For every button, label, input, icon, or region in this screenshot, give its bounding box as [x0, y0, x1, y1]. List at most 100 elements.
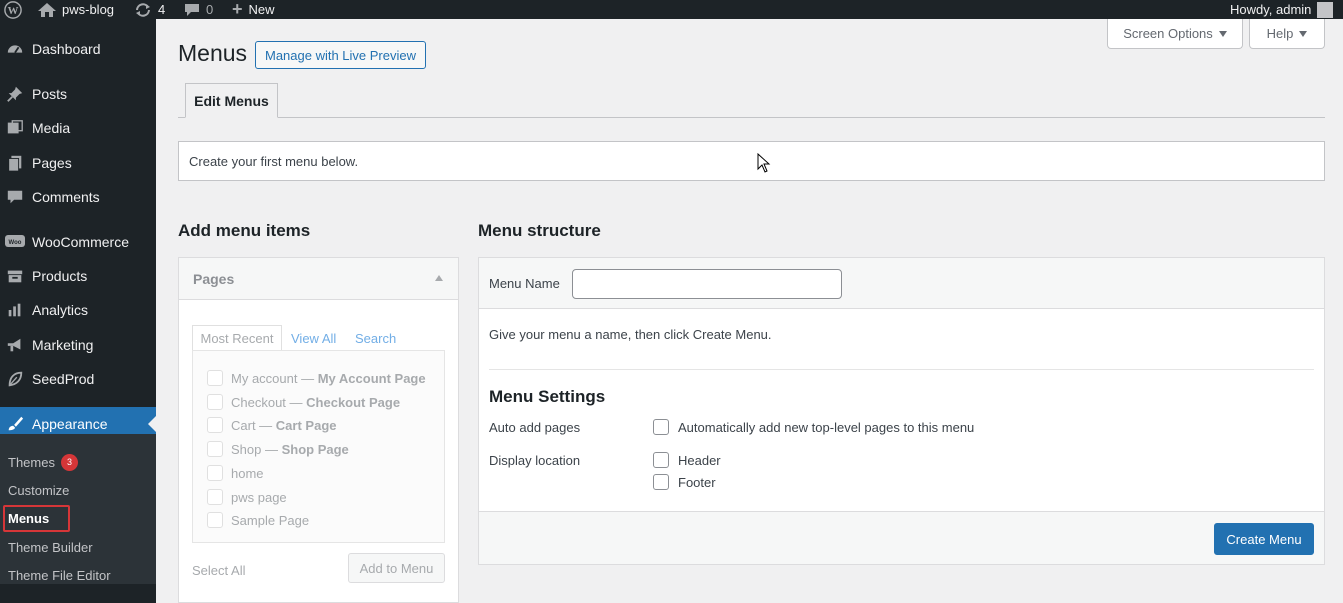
auto-add-option[interactable]: Automatically add new top-level pages to…: [653, 419, 974, 435]
sidebar-item-label: Products: [32, 268, 88, 284]
create-menu-button[interactable]: Create Menu: [1214, 523, 1314, 555]
sidebar-item-media[interactable]: Media: [0, 111, 156, 145]
select-all-link[interactable]: Select All: [192, 563, 245, 578]
location-footer-option[interactable]: Footer: [653, 474, 716, 490]
pages-icon: [5, 153, 25, 173]
site-name: pws-blog: [62, 2, 115, 17]
leaf-icon: [5, 369, 25, 389]
brush-icon: [5, 414, 25, 434]
page-checkbox[interactable]: [207, 394, 223, 410]
help-label: Help: [1266, 26, 1294, 41]
submenu-item-customize[interactable]: Customize: [8, 483, 69, 498]
add-menu-items-heading: Add menu items: [178, 221, 311, 240]
site-name-link[interactable]: pws-blog: [38, 0, 114, 19]
comments-count: 0: [206, 2, 214, 17]
page-checkbox[interactable]: [207, 370, 223, 386]
add-to-menu-button[interactable]: Add to Menu: [348, 553, 445, 583]
screen-options-label: Screen Options: [1123, 26, 1213, 41]
page-label: Sample Page: [231, 512, 310, 528]
location-header-text: Header: [678, 452, 721, 468]
plus-icon: +: [232, 0, 243, 19]
location-header-option[interactable]: Header: [653, 452, 721, 468]
media-icon: [5, 118, 25, 138]
sidebar-item-label: Marketing: [32, 337, 94, 353]
footer-location-checkbox[interactable]: [653, 474, 669, 490]
comment-icon: [5, 187, 25, 207]
home-icon: [38, 2, 56, 17]
account-link[interactable]: Howdy, admin: [1230, 0, 1334, 19]
page-checkbox[interactable]: [207, 441, 223, 457]
new-label: New: [248, 2, 275, 17]
page-checkbox[interactable]: [207, 465, 223, 481]
section-divider: [489, 369, 1314, 370]
collapse-arrow-icon[interactable]: [435, 275, 443, 281]
sidebar-item-products[interactable]: Products: [0, 259, 156, 293]
svg-text:W: W: [8, 5, 19, 17]
submenu-item-themes[interactable]: Themes 3: [8, 454, 78, 471]
auto-add-text: Automatically add new top-level pages to…: [678, 419, 975, 435]
page-label: Shop — Shop Page: [231, 441, 349, 457]
list-item[interactable]: Cart — Cart Page: [207, 417, 337, 433]
admin-bar: W pws-blog 4 0 + New Howdy, admin: [0, 0, 1343, 19]
page-checkbox[interactable]: [207, 512, 223, 528]
screen-options-button[interactable]: Screen Options: [1107, 19, 1243, 49]
tab-divider: [178, 117, 1325, 118]
archive-icon: [5, 266, 25, 286]
auto-add-checkbox[interactable]: [653, 419, 669, 435]
menus-highlight-box: [3, 505, 70, 532]
avatar: [1317, 1, 1334, 18]
pin-icon: [5, 84, 25, 104]
list-item[interactable]: pws page: [207, 489, 287, 505]
auto-add-label: Auto add pages: [489, 420, 581, 435]
comment-bubble-icon: [184, 3, 200, 17]
sidebar-item-marketing[interactable]: Marketing: [0, 328, 156, 362]
page-checkbox[interactable]: [207, 417, 223, 433]
sidebar-item-posts[interactable]: Posts: [0, 77, 156, 111]
update-badge: 3: [60, 454, 78, 471]
list-item[interactable]: My account — My Account Page: [207, 370, 426, 386]
menu-structure-heading: Menu structure: [478, 221, 601, 240]
submenu-item-label: Theme Builder: [8, 540, 93, 555]
submenu-item-label: Theme File Editor: [8, 568, 111, 583]
pages-panel-header[interactable]: Pages: [179, 258, 458, 300]
live-preview-button[interactable]: Manage with Live Preview: [255, 41, 426, 69]
sidebar-item-pages[interactable]: Pages: [0, 146, 156, 180]
tab-view-all[interactable]: View All: [291, 326, 336, 350]
sidebar-item-label: Appearance: [32, 416, 108, 432]
sidebar-item-label: Media: [32, 120, 71, 136]
chart-icon: [5, 300, 25, 320]
page-checkbox[interactable]: [207, 489, 223, 505]
sidebar-item-comments[interactable]: Comments: [0, 180, 156, 214]
chevron-down-icon: [1299, 30, 1308, 37]
list-item[interactable]: Checkout — Checkout Page: [207, 394, 400, 410]
tab-edit-menus[interactable]: Edit Menus: [185, 83, 278, 118]
new-content-link[interactable]: + New: [232, 0, 275, 19]
tab-search[interactable]: Search: [355, 326, 396, 350]
list-item[interactable]: Shop — Shop Page: [207, 441, 349, 457]
help-button[interactable]: Help: [1249, 19, 1325, 49]
location-footer-text: Footer: [678, 474, 716, 490]
header-location-checkbox[interactable]: [653, 452, 669, 468]
sidebar-item-seedprod[interactable]: SeedProd: [0, 362, 156, 396]
updates-link[interactable]: 4: [134, 0, 165, 19]
submenu-item-theme-builder[interactable]: Theme Builder: [8, 540, 93, 555]
tab-most-recent[interactable]: Most Recent: [192, 325, 282, 351]
page-label: Checkout — Checkout Page: [231, 394, 401, 410]
sidebar-item-label: WooCommerce: [32, 234, 129, 250]
comments-link[interactable]: 0: [184, 0, 213, 19]
chevron-down-icon: [1218, 30, 1227, 37]
page-label: pws page: [231, 489, 287, 505]
mouse-cursor-icon: [757, 152, 771, 176]
sidebar-item-dashboard[interactable]: Dashboard: [0, 32, 156, 66]
menu-name-input[interactable]: [572, 269, 842, 299]
sidebar-item-woocommerce[interactable]: Woo WooCommerce: [0, 225, 156, 259]
menu-name-row: Menu Name: [479, 258, 1324, 309]
sidebar-item-analytics[interactable]: Analytics: [0, 293, 156, 327]
notice-box: Create your first menu below.: [178, 141, 1325, 181]
menu-name-label: Menu Name: [489, 276, 560, 291]
list-item[interactable]: home: [207, 465, 264, 481]
list-item[interactable]: Sample Page: [207, 512, 309, 528]
page-label: home: [231, 465, 264, 481]
wordpress-logo-icon[interactable]: W: [4, 0, 22, 19]
submenu-item-theme-file-editor[interactable]: Theme File Editor: [8, 568, 111, 583]
